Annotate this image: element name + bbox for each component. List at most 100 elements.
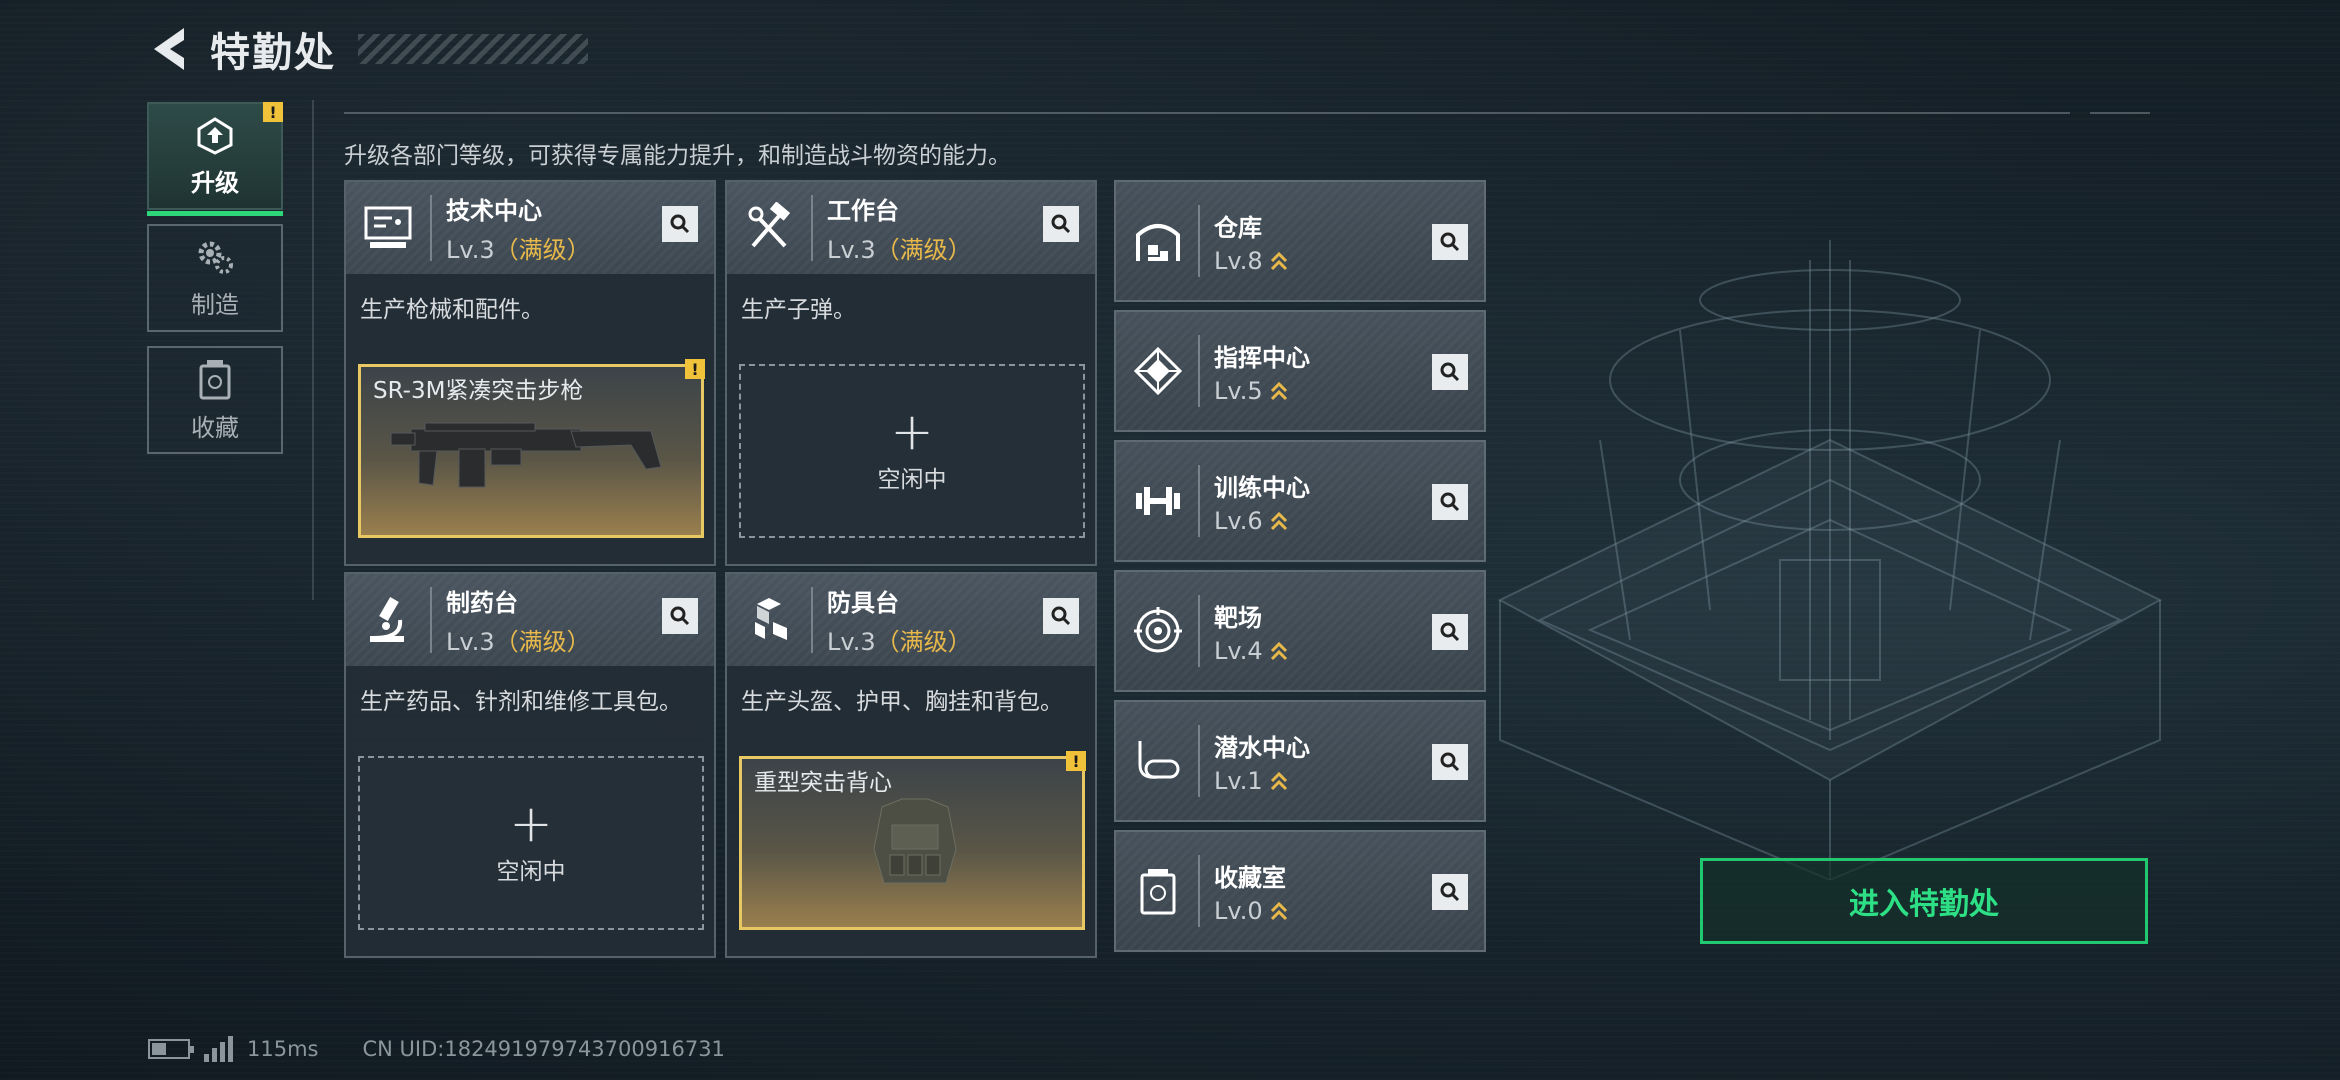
collection-case-icon (1130, 863, 1186, 919)
tab-craft-label: 制造 (191, 290, 239, 319)
facility-name: 仓库 (1214, 213, 1262, 242)
separator (811, 195, 813, 261)
facility-name: 技术中心 (446, 197, 542, 225)
facility-description: 生产子弹。 (741, 297, 856, 323)
card-header: 制药台 Lv.3（满级） (346, 574, 714, 666)
collection-case-icon (199, 359, 231, 399)
add-icon: + (890, 402, 934, 462)
production-slot[interactable]: ! SR-3M紧凑突击步枪 (358, 359, 705, 538)
search-icon (1440, 362, 1460, 382)
facility-name: 训练中心 (1214, 473, 1310, 502)
card-header: 技术中心 Lv.3（满级） (346, 182, 714, 274)
search-icon (670, 214, 690, 234)
inspect-button[interactable] (1432, 354, 1468, 390)
facility-name: 工作台 (827, 197, 899, 225)
inspect-button[interactable] (1043, 598, 1079, 634)
divider (344, 112, 2070, 114)
facility-card-armor-bench[interactable]: 防具台 Lv.3（满级） 生产头盔、护甲、胸挂和背包。 ! 重型突击背心 (725, 572, 1097, 958)
diving-mask-icon (1130, 733, 1186, 789)
upgradable-chevron-icon (1270, 381, 1287, 400)
ping-value: 115ms (247, 1037, 319, 1061)
user-uid: CN UID:182491979743700916731 (362, 1037, 725, 1061)
max-level-tag: （满级） (494, 236, 591, 264)
facility-card-tech-center[interactable]: 技术中心 Lv.3（满级） 生产枪械和配件。 ! SR-3M紧凑突击步枪 (344, 180, 716, 566)
separator (1198, 335, 1200, 407)
facility-level: Lv.8 (1214, 246, 1263, 275)
search-icon (1051, 214, 1071, 234)
empty-production-slot[interactable]: + 空闲中 (739, 364, 1085, 538)
divider (2090, 112, 2150, 114)
monitor-icon (360, 200, 416, 256)
status-bar: 115ms CN UID:182491979743700916731 (148, 1036, 725, 1062)
inspect-button[interactable] (1043, 206, 1079, 242)
battery-icon (148, 1039, 194, 1059)
empty-production-slot[interactable]: + 空闲中 (358, 756, 704, 930)
facility-level: Lv.0 (1214, 896, 1263, 925)
dumbbell-icon (1130, 473, 1186, 529)
idle-label: 空闲中 (496, 859, 566, 885)
idle-label: 空闲中 (877, 467, 947, 493)
upgradable-chevron-icon (1270, 511, 1287, 530)
max-level-tag: （满级） (875, 628, 972, 656)
search-icon (1051, 606, 1071, 626)
intro-text: 升级各部门等级，可获得专属能力提升，和制造战斗物资的能力。 (344, 143, 1011, 169)
inspect-button[interactable] (1432, 224, 1468, 260)
facility-description: 生产药品、针剂和维修工具包。 (360, 689, 682, 715)
facility-card-training-center[interactable]: 训练中心 Lv.6 (1114, 440, 1486, 562)
tab-collection[interactable]: 收藏 (147, 346, 283, 454)
vest-image (873, 798, 957, 884)
upgradable-chevron-icon (1270, 641, 1287, 660)
inspect-button[interactable] (662, 206, 698, 242)
inspect-button[interactable] (1432, 614, 1468, 650)
facility-card-collection-room[interactable]: 收藏室 Lv.0 (1114, 830, 1486, 952)
facility-name: 收藏室 (1214, 863, 1286, 892)
separator (811, 587, 813, 653)
inspect-button[interactable] (1432, 744, 1468, 780)
decorative-line (312, 100, 314, 600)
facility-name: 潜水中心 (1214, 733, 1310, 762)
page-header: 特勤处 (148, 24, 588, 76)
facility-card-pharmacy[interactable]: 制药台 Lv.3（满级） 生产药品、针剂和维修工具包。 + 空闲中 (344, 572, 716, 958)
inspect-button[interactable] (662, 598, 698, 634)
separator (1198, 205, 1200, 277)
title-decoration (358, 34, 588, 64)
facility-level: Lv.5 (1214, 376, 1263, 405)
facility-card-command-center[interactable]: 指挥中心 Lv.5 (1114, 310, 1486, 432)
separator (430, 587, 432, 653)
hammer-wrench-icon (741, 200, 797, 256)
facility-level: Lv.6 (1214, 506, 1263, 535)
separator (1198, 725, 1200, 797)
alert-badge: ! (263, 102, 283, 122)
separator (430, 195, 432, 261)
cubes-icon (741, 592, 797, 648)
card-header: 防具台 Lv.3（满级） (727, 574, 1095, 666)
inspect-button[interactable] (1432, 874, 1468, 910)
facility-level: Lv.3 (827, 628, 876, 656)
back-button[interactable] (148, 24, 192, 74)
search-icon (670, 606, 690, 626)
card-header: 工作台 Lv.3（满级） (727, 182, 1095, 274)
microscope-icon (360, 592, 416, 648)
upgradable-chevron-icon (1270, 901, 1287, 920)
tab-upgrade[interactable]: ! 升级 (147, 102, 283, 216)
gears-icon (198, 241, 233, 274)
search-icon (1440, 622, 1460, 642)
inspect-button[interactable] (1432, 484, 1468, 520)
warehouse-icon (1130, 213, 1186, 269)
production-slot[interactable]: ! 重型突击背心 (739, 751, 1086, 930)
separator (1198, 855, 1200, 927)
facility-name: 靶场 (1214, 603, 1262, 632)
facility-card-warehouse[interactable]: 仓库 Lv.8 (1114, 180, 1486, 302)
enter-special-ops-button[interactable]: 进入特勤处 (1700, 858, 2148, 944)
facility-level: Lv.4 (1214, 636, 1263, 665)
command-emblem-icon (1130, 343, 1186, 399)
facility-card-workbench[interactable]: 工作台 Lv.3（满级） 生产子弹。 + 空闲中 (725, 180, 1097, 566)
facility-card-diving-center[interactable]: 潜水中心 Lv.1 (1114, 700, 1486, 822)
search-icon (1440, 752, 1460, 772)
tab-craft[interactable]: 制造 (147, 224, 283, 332)
target-icon (1130, 603, 1186, 659)
facility-card-shooting-range[interactable]: 靶场 Lv.4 (1114, 570, 1486, 692)
facility-description: 生产头盔、护甲、胸挂和背包。 (741, 689, 1063, 715)
upgrade-icon (197, 116, 233, 155)
facility-description: 生产枪械和配件。 (360, 297, 544, 323)
